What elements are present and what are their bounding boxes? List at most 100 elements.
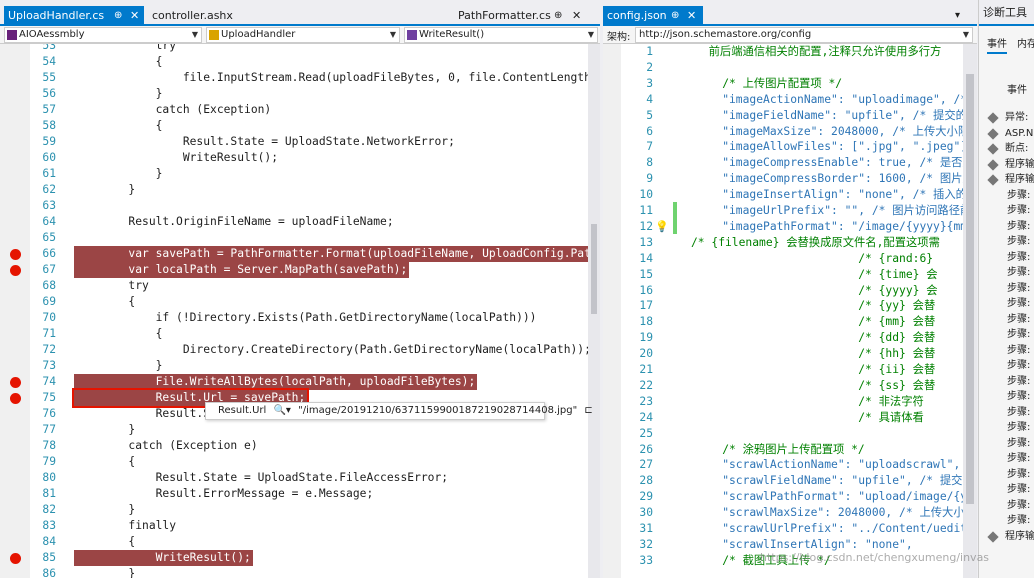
event-row[interactable]: 步骤:: [979, 203, 1034, 219]
breakpoint-icon[interactable]: [10, 377, 21, 388]
code-line[interactable]: 57 catch (Exception): [0, 102, 600, 118]
code-line[interactable]: 80 Result.State = UploadState.FileAccess…: [0, 470, 600, 486]
event-row[interactable]: 程序输: [979, 157, 1034, 173]
pin-icon[interactable]: ⊕: [114, 6, 122, 26]
event-row[interactable]: 步骤:: [979, 296, 1034, 312]
project-combo[interactable]: AIOAessmbly ▼: [4, 27, 202, 43]
code-line[interactable]: 5 "imageFieldName": "upfile", /* 提交的图: [603, 108, 977, 124]
code-line[interactable]: 11 "imageUrlPrefix": "", /* 图片访问路径前缀: [603, 203, 977, 219]
event-row[interactable]: 程序输: [979, 172, 1034, 188]
code-line[interactable]: 3 /* 上传图片配置项 */: [603, 76, 977, 92]
close-icon[interactable]: ✕: [687, 6, 696, 26]
event-row[interactable]: ASP.N: [979, 126, 1034, 142]
tab-events[interactable]: 事件: [987, 36, 1007, 54]
code-line[interactable]: 26 /* 涂鸦图片上传配置项 */: [603, 442, 977, 458]
pin-icon[interactable]: ⊏: [584, 405, 592, 416]
code-line[interactable]: 83 finally: [0, 518, 600, 534]
code-line[interactable]: 60 WriteResult();: [0, 150, 600, 166]
code-line[interactable]: 25: [603, 426, 977, 442]
event-row[interactable]: 步骤:: [979, 451, 1034, 467]
event-row[interactable]: 步骤:: [979, 343, 1034, 359]
event-row[interactable]: 步骤:: [979, 234, 1034, 250]
code-line[interactable]: 2: [603, 60, 977, 76]
code-line[interactable]: 4 "imageActionName": "uploadimage", /* 执: [603, 92, 977, 108]
code-line[interactable]: 14 /* {rand:6}: [603, 251, 977, 267]
code-line[interactable]: 56 }: [0, 86, 600, 102]
close-icon[interactable]: ✕: [130, 6, 139, 26]
event-row[interactable]: 步骤:: [979, 436, 1034, 452]
code-line[interactable]: 62 }: [0, 182, 600, 198]
code-line[interactable]: 77 }: [0, 422, 600, 438]
event-row[interactable]: 步骤:: [979, 513, 1034, 529]
code-line[interactable]: 24 /* 具请体看: [603, 410, 977, 426]
event-row[interactable]: 步骤:: [979, 188, 1034, 204]
code-line[interactable]: 19 /* {dd} 会替: [603, 330, 977, 346]
event-row[interactable]: 步骤:: [979, 265, 1034, 281]
code-line[interactable]: 61 }: [0, 166, 600, 182]
datatip[interactable]: Result.Url 🔍▾ "/image/20191210/637115990…: [205, 402, 593, 420]
scroll-thumb[interactable]: [591, 224, 597, 314]
event-row[interactable]: 步骤:: [979, 312, 1034, 328]
tab-uploadhandler[interactable]: UploadHandler.cs ⊕ ✕: [4, 6, 144, 26]
code-line[interactable]: 55 file.InputStream.Read(uploadFileBytes…: [0, 70, 600, 86]
breakpoint-icon[interactable]: [10, 265, 21, 276]
code-line[interactable]: 66 var savePath = PathFormatter.Format(u…: [0, 246, 600, 262]
code-line[interactable]: 53 try: [0, 44, 600, 54]
close-icon[interactable]: ✕: [572, 6, 581, 26]
tab-memory[interactable]: 内存: [1017, 36, 1034, 54]
code-line[interactable]: 63: [0, 198, 600, 214]
code-line[interactable]: 1 前后端通信相关的配置,注释只允许使用多行方: [603, 44, 977, 60]
event-row[interactable]: 步骤:: [979, 467, 1034, 483]
code-line[interactable]: 82 }: [0, 502, 600, 518]
right-scrollbar[interactable]: [963, 44, 977, 578]
schema-combo[interactable]: http://json.schemastore.org/config ▼: [635, 27, 973, 43]
code-line[interactable]: 58 {: [0, 118, 600, 134]
code-line[interactable]: 70 if (!Directory.Exists(Path.GetDirecto…: [0, 310, 600, 326]
left-scrollbar[interactable]: [588, 44, 600, 578]
code-line[interactable]: 23 /* 非法字符: [603, 394, 977, 410]
code-line[interactable]: 68 try: [0, 278, 600, 294]
event-row[interactable]: 步骤:: [979, 498, 1034, 514]
event-row[interactable]: 步骤:: [979, 250, 1034, 266]
event-row[interactable]: 步骤:: [979, 327, 1034, 343]
event-row[interactable]: 步骤:: [979, 358, 1034, 374]
tab-pathformatter[interactable]: PathFormatter.cs ⊕ ✕: [454, 6, 598, 26]
scroll-thumb[interactable]: [966, 74, 974, 504]
code-line[interactable]: 31 "scrawlUrlPrefix": "../Content/uedito…: [603, 521, 977, 537]
code-line[interactable]: 54 {: [0, 54, 600, 70]
code-line[interactable]: 86 }: [0, 566, 600, 578]
tab-controller[interactable]: controller.ashx: [148, 6, 258, 26]
code-line[interactable]: 6 "imageMaxSize": 2048000, /* 上传大小限制: [603, 124, 977, 140]
member-combo[interactable]: WriteResult() ▼: [404, 27, 598, 43]
code-line[interactable]: 81 Result.ErrorMessage = e.Message;: [0, 486, 600, 502]
code-line[interactable]: 71 {: [0, 326, 600, 342]
code-line[interactable]: 9 "imageCompressBorder": 1600, /* 图片压缩: [603, 171, 977, 187]
code-line[interactable]: 20 /* {hh} 会替: [603, 346, 977, 362]
code-line[interactable]: 64 Result.OriginFileName = uploadFileNam…: [0, 214, 600, 230]
code-line[interactable]: 78 catch (Exception e): [0, 438, 600, 454]
event-row[interactable]: 步骤:: [979, 420, 1034, 436]
pin-icon[interactable]: ⊕: [671, 6, 679, 26]
lightbulb-icon[interactable]: 💡: [655, 220, 669, 233]
code-line[interactable]: 84 {: [0, 534, 600, 550]
code-line[interactable]: 13 /* {filename} 会替换成原文件名,配置这项需: [603, 235, 977, 251]
code-line[interactable]: 85 WriteResult();: [0, 550, 600, 566]
tab-config-json[interactable]: config.json ⊕ ✕: [603, 6, 703, 26]
code-line[interactable]: 65: [0, 230, 600, 246]
code-line[interactable]: 16 /* {yyyy} 会: [603, 283, 977, 299]
code-line[interactable]: 79 {: [0, 454, 600, 470]
event-row[interactable]: 断点:: [979, 141, 1034, 157]
right-editor[interactable]: 1 前后端通信相关的配置,注释只允许使用多行方 2 3 /* 上传图片配置项 */4…: [603, 44, 977, 578]
code-line[interactable]: 72 Directory.CreateDirectory(Path.GetDir…: [0, 342, 600, 358]
code-line[interactable]: 29 "scrawlPathFormat": "upload/image/{yy…: [603, 489, 977, 505]
code-line[interactable]: 7 "imageAllowFiles": [".jpg", ".jpeg"], …: [603, 139, 977, 155]
breakpoint-icon[interactable]: [10, 553, 21, 564]
code-line[interactable]: 74 File.WriteAllBytes(localPath, uploadF…: [0, 374, 600, 390]
event-row[interactable]: 步骤:: [979, 281, 1034, 297]
pin-icon[interactable]: ⊕: [554, 6, 562, 26]
code-line[interactable]: 8 "imageCompressEnable": true, /* 是否压缩: [603, 155, 977, 171]
event-row[interactable]: 步骤:: [979, 389, 1034, 405]
code-line[interactable]: 73 }: [0, 358, 600, 374]
event-row[interactable]: 步骤:: [979, 405, 1034, 421]
code-line[interactable]: 18 /* {mm} 会替: [603, 314, 977, 330]
